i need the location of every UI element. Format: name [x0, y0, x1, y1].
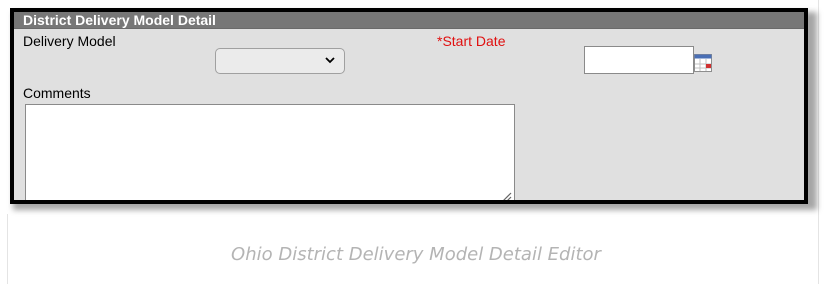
calendar-icon[interactable]: [694, 54, 712, 72]
comments-label: Comments: [23, 85, 91, 101]
start-date-label: *Start Date: [437, 33, 506, 49]
comments-textarea[interactable]: [25, 104, 515, 204]
resize-grip-icon[interactable]: [498, 191, 512, 204]
delivery-model-label: Delivery Model: [23, 33, 116, 49]
figure-caption: Ohio District Delivery Model Detail Edit…: [231, 244, 601, 265]
page-divider-right: [818, 0, 819, 284]
delivery-model-dropdown[interactable]: [215, 48, 345, 74]
district-delivery-model-detail-panel: District Delivery Model Detail Delivery …: [10, 8, 808, 204]
chevron-down-icon: [325, 57, 335, 64]
panel-title: District Delivery Model Detail: [14, 12, 804, 29]
start-date-input[interactable]: [584, 46, 694, 74]
